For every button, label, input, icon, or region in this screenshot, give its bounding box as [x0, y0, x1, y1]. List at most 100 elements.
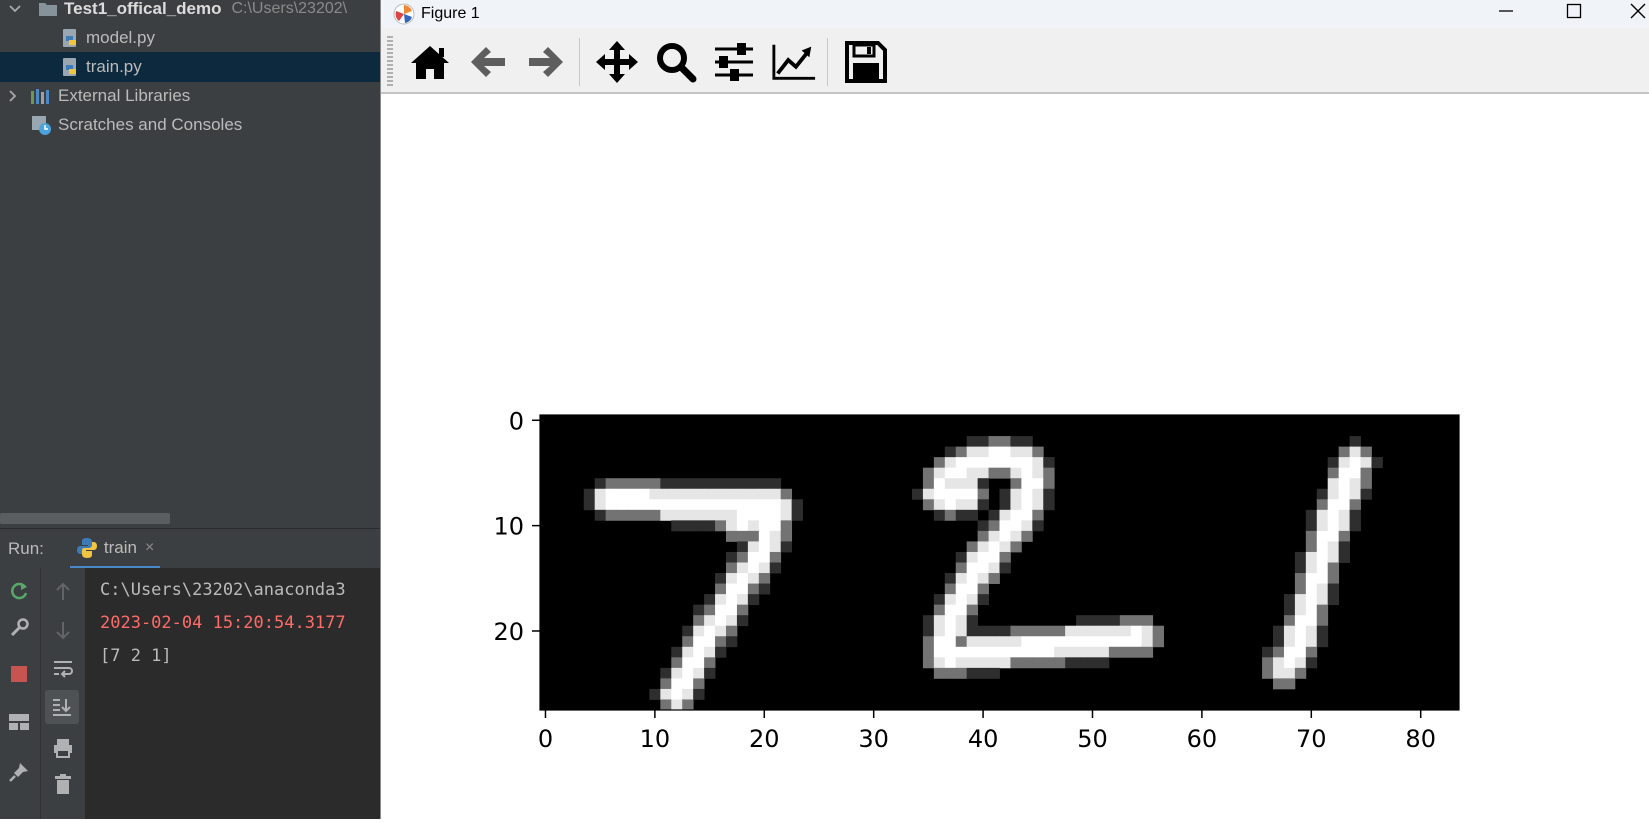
image-pixel: [1054, 657, 1066, 669]
image-pixel: [988, 573, 1000, 584]
image-pixel: [1021, 436, 1033, 448]
image-pixel: [977, 636, 989, 648]
image-pixel: [649, 499, 661, 511]
image-pixel: [1119, 615, 1132, 627]
image-pixel: [1283, 604, 1296, 616]
console-line-stderr: 2023-02-04 15:20:54.3177: [100, 613, 346, 633]
image-pixel: [704, 488, 716, 500]
chevron-down-icon[interactable]: [8, 2, 22, 16]
scroll-up-button[interactable]: [49, 578, 77, 606]
tree-item-train-py[interactable]: train.py: [0, 52, 380, 82]
image-pixel: [736, 499, 749, 511]
image-pixel: [682, 636, 694, 648]
image-pixel: [1327, 562, 1340, 574]
image-pixel: [736, 488, 749, 500]
image-pixel: [1305, 657, 1318, 669]
image-pixel: [725, 636, 738, 648]
image-pixel: [999, 488, 1011, 500]
image-pixel: [966, 488, 979, 500]
maximize-button[interactable]: [1551, 0, 1597, 22]
image-pixel: [1152, 625, 1165, 637]
image-pixel: [780, 509, 793, 521]
soft-wrap-button[interactable]: [49, 654, 77, 682]
image-pixel: [1010, 509, 1022, 521]
tree-item-external-libraries[interactable]: External Libraries: [0, 81, 380, 111]
image-pixel: [1262, 657, 1274, 669]
tree-item-project-root[interactable]: Test1_offical_demo C:\Users\23202\: [0, 0, 380, 24]
image-pixel: [1327, 509, 1340, 521]
image-pixel: [1010, 657, 1022, 669]
y-tick-label: 10: [493, 513, 524, 541]
image-pixel: [1316, 615, 1329, 627]
image-pixel: [966, 436, 979, 448]
image-pixel: [1327, 594, 1340, 606]
image-pixel: [966, 551, 979, 563]
toolbar-separator: [827, 38, 828, 86]
image-pixel: [1327, 499, 1340, 511]
image-pixel: [616, 478, 628, 490]
edit-axis-button[interactable]: [771, 39, 817, 85]
image-pixel: [1305, 636, 1318, 648]
image-pixel: [922, 615, 935, 627]
image-pixel: [1283, 646, 1296, 658]
zoom-button[interactable]: [653, 39, 699, 85]
image-pixel: [1021, 446, 1033, 458]
clear-all-button[interactable]: [49, 770, 77, 798]
plot-area[interactable]: 0 10 20 30 40 50 60 70 80 0 10 20: [381, 94, 1649, 819]
image-pixel: [693, 615, 705, 627]
image-pixel: [1316, 594, 1329, 606]
image-pixel: [747, 488, 760, 500]
image-pixel: [660, 688, 672, 700]
rerun-button[interactable]: [5, 577, 33, 605]
forward-button[interactable]: [523, 39, 569, 85]
image-pixel: [1043, 488, 1055, 500]
image-pixel: [682, 520, 694, 532]
image-pixel: [1032, 509, 1044, 521]
console-line: [7 2 1]: [100, 646, 172, 666]
toolbar-grip[interactable]: [387, 36, 393, 88]
image-pixel: [1283, 657, 1296, 669]
image-pixel: [671, 478, 683, 490]
console-line: C:\Users\23202\anaconda3: [100, 580, 346, 600]
run-tab-train[interactable]: train ×: [69, 529, 161, 569]
tree-item-scratches[interactable]: Scratches and Consoles: [0, 110, 380, 140]
home-button[interactable]: [407, 39, 453, 85]
image-pixel: [999, 551, 1011, 563]
y-tick-label: 20: [493, 618, 524, 646]
image-pixel: [933, 646, 946, 658]
print-button[interactable]: [49, 734, 77, 762]
configure-subplots-button[interactable]: [711, 39, 757, 85]
image-pixel: [944, 594, 957, 606]
run-tab-label: train: [103, 537, 137, 557]
image-pixel: [1338, 530, 1350, 542]
pin-tab-button[interactable]: [5, 758, 33, 786]
back-button[interactable]: [465, 39, 511, 85]
chevron-right-icon[interactable]: [6, 89, 20, 103]
image-pixel: [747, 520, 760, 532]
image-pixel: [1316, 488, 1329, 500]
minimize-button[interactable]: [1483, 0, 1529, 22]
image-pixel: [747, 509, 760, 521]
tree-item-model-py[interactable]: model.py: [0, 23, 380, 53]
horizontal-scrollbar[interactable]: [0, 513, 170, 524]
image-pixel: [605, 509, 617, 521]
close-icon[interactable]: ×: [145, 539, 154, 557]
scroll-down-button[interactable]: [49, 616, 77, 644]
stop-button[interactable]: [5, 660, 33, 688]
image-pixel: [922, 478, 935, 490]
image-plot[interactable]: 0 10 20 30 40 50 60 70 80 0 10 20: [381, 94, 1649, 819]
layout-button[interactable]: [5, 708, 33, 736]
image-pixel: [1043, 478, 1055, 490]
scroll-to-end-button[interactable]: [45, 690, 79, 724]
pan-button[interactable]: [594, 39, 640, 85]
image-pixel: [660, 499, 672, 511]
image-pixel: [1262, 667, 1274, 679]
save-figure-button[interactable]: [843, 39, 889, 85]
image-pixel: [1305, 594, 1318, 606]
close-window-button[interactable]: [1615, 0, 1649, 22]
image-pixel: [966, 457, 979, 469]
settings-wrench-button[interactable]: [5, 614, 33, 642]
image-pixel: [725, 604, 738, 616]
console-output[interactable]: C:\Users\23202\anaconda3 2023-02-04 15:2…: [100, 574, 380, 673]
image-pixel: [605, 499, 617, 511]
